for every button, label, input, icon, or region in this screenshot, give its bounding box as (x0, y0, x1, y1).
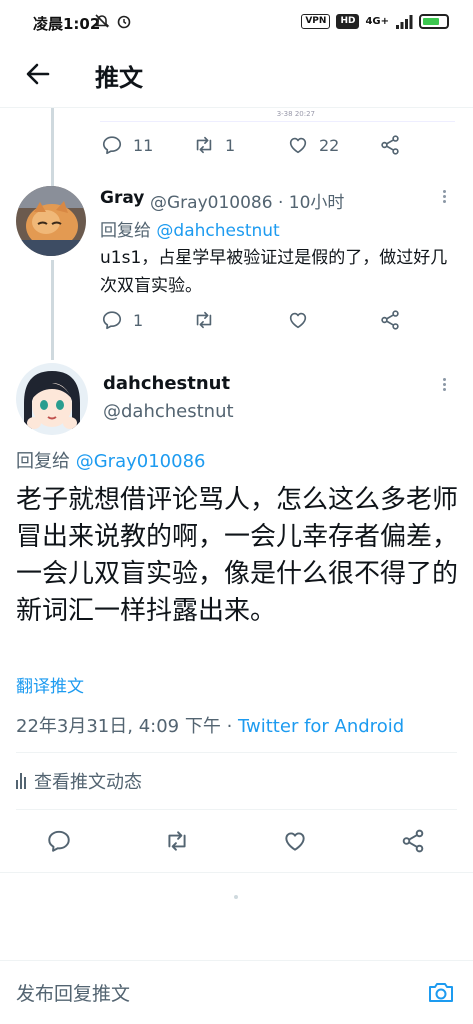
more-icon[interactable] (443, 188, 447, 205)
mute-icon (94, 14, 110, 28)
avatar[interactable] (16, 363, 88, 435)
prev-retweet-button[interactable]: 1 (193, 134, 235, 156)
author-name[interactable]: dahchestnut (103, 373, 230, 394)
top-bar: 推文 (0, 46, 473, 108)
hd-badge: HD (336, 14, 360, 29)
author-name[interactable]: Gray (100, 188, 144, 208)
timestamp: 22年3月31日, 4:09 下午 · (16, 716, 239, 737)
retweet-icon (168, 831, 186, 851)
prev-reply-count: 11 (133, 135, 154, 155)
status-icons-left (94, 13, 132, 29)
reply-share-button[interactable] (379, 309, 401, 331)
prev-reply-button[interactable]: 11 (101, 134, 153, 156)
loading-indicator (234, 895, 238, 899)
thread-line-top (51, 108, 54, 188)
like-icon (289, 312, 307, 329)
reply-composer[interactable]: 发布回复推文 (0, 960, 473, 1024)
anime-avatar-image (16, 363, 88, 435)
like-icon (289, 137, 307, 154)
reply-input-placeholder[interactable]: 发布回复推文 (16, 979, 130, 1006)
mention-link[interactable]: @Gray010086 (76, 451, 206, 472)
reply-retweet-button[interactable] (193, 309, 215, 331)
media-stub-text: 3-38 20:27 (276, 110, 315, 118)
author-handle-time[interactable]: @Gray010086 · 10小时 (150, 188, 344, 213)
bar-chart-icon (16, 773, 26, 789)
mention-link[interactable]: @dahchestnut (156, 221, 279, 241)
prev-share-button[interactable] (379, 134, 401, 156)
reply-like-button[interactable] (287, 309, 309, 331)
status-bar: 凌晨1:02 VPN HD 4G+ (0, 0, 473, 46)
more-icon[interactable] (443, 376, 447, 393)
source-link[interactable]: Twitter for Android (238, 716, 404, 737)
main-like-button[interactable] (282, 828, 308, 854)
prev-like-button[interactable]: 22 (287, 134, 339, 156)
main-retweet-button[interactable] (164, 828, 190, 854)
alarm-icon (117, 15, 131, 29)
main-share-button[interactable] (400, 828, 426, 854)
reply-icon (102, 311, 122, 330)
back-arrow-icon[interactable] (22, 58, 54, 90)
network-label: 4G+ (365, 16, 389, 27)
tweet-text: u1s1，占星学早被验证过是假的了，做过好几次双盲实验。 (100, 248, 448, 296)
like-icon (285, 832, 305, 851)
divider (16, 752, 457, 753)
tweet-meta: 22年3月31日, 4:09 下午 · Twitter for Android (16, 712, 404, 738)
reply-icon (102, 136, 122, 155)
prev-like-count: 22 (319, 135, 340, 155)
reply-reply-count: 1 (133, 310, 144, 330)
retweet-icon (196, 136, 212, 154)
prev-retweet-count: 1 (225, 135, 236, 155)
translate-link[interactable]: 翻译推文 (16, 672, 84, 697)
main-reply-button[interactable] (46, 828, 72, 854)
replying-to: 回复给 @Gray010086 (16, 447, 205, 473)
author-handle[interactable]: @dahchestnut (103, 401, 234, 422)
replying-prefix: 回复给 (16, 451, 70, 472)
share-icon (381, 135, 399, 155)
page-title: 推文 (95, 64, 143, 92)
tweet-activity-link[interactable]: 查看推文动态 (16, 768, 142, 794)
previous-media-stub[interactable]: 3-38 20:27 (100, 108, 455, 122)
cat-avatar-image (16, 186, 86, 256)
activity-label: 查看推文动态 (34, 772, 142, 793)
thread-line-mid (51, 260, 54, 360)
share-icon (402, 829, 424, 853)
avatar[interactable] (16, 186, 86, 256)
signal-icon (396, 14, 413, 29)
vpn-badge: VPN (301, 14, 331, 29)
reply-reply-button[interactable]: 1 (101, 309, 143, 331)
reply-icon (48, 830, 70, 852)
share-icon (381, 310, 399, 330)
status-time: 凌晨1:02 (33, 15, 101, 33)
replying-prefix: 回复给 (100, 221, 151, 241)
divider (16, 809, 457, 810)
divider (0, 872, 473, 873)
retweet-icon (196, 311, 212, 329)
tweet-text: 老子就想借评论骂人，怎么这么多老师冒出来说教的啊，一会儿幸存者偏差，一会儿双盲实… (16, 485, 459, 626)
battery-icon (419, 14, 449, 29)
replying-to: 回复给 @dahchestnut (100, 216, 280, 241)
status-icons-right: VPN HD 4G+ (301, 14, 449, 29)
camera-icon[interactable] (426, 977, 456, 1007)
